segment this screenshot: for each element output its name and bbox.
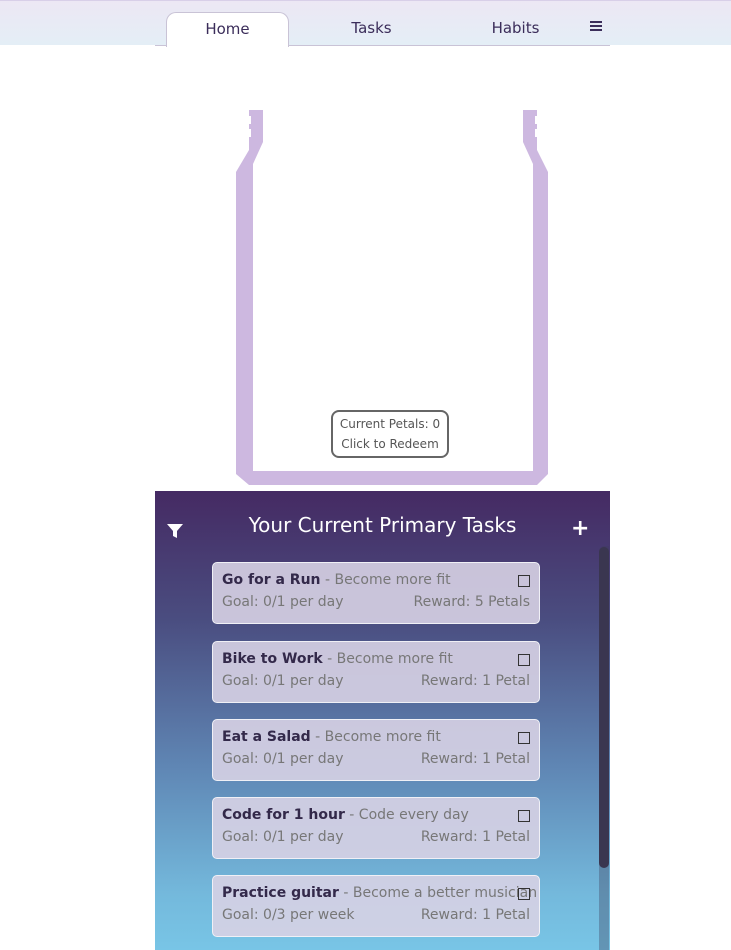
task-name: Code for 1 hour [222,807,345,823]
task-card[interactable]: Bike to Work - Become more fit Goal: 0/1… [212,641,540,703]
task-checkbox[interactable] [518,732,530,744]
task-checkbox[interactable] [518,888,530,900]
nav-bar: Home Tasks Habits [155,1,610,47]
task-goal: Goal: 0/1 per day [222,751,344,767]
current-petals-label: Current Petals: 0 [339,417,441,431]
redeem-button[interactable]: Current Petals: 0 Click to Redeem [331,410,449,458]
task-checkbox[interactable] [518,575,530,587]
scrollbar-thumb[interactable] [599,547,609,868]
hamburger-menu-icon[interactable] [588,19,606,35]
task-reward: Reward: 1 Petal [420,907,530,923]
top-bar: Home Tasks Habits [0,0,731,47]
task-reward: Reward: 1 Petal [420,751,530,767]
task-habit: - Code every day [344,807,469,823]
task-goal: Goal: 0/1 per day [222,829,344,845]
task-habit: - Become more fit [310,729,441,745]
task-goal: Goal: 0/1 per day [222,673,344,689]
task-card[interactable]: Code for 1 hour - Code every day Goal: 0… [212,797,540,859]
task-checkbox[interactable] [518,810,530,822]
task-reward: Reward: 1 Petal [420,673,530,689]
redeem-label: Click to Redeem [341,437,439,451]
task-card[interactable]: Eat a Salad - Become more fit Goal: 0/1 … [212,719,540,781]
tab-tasks[interactable]: Tasks [310,12,433,46]
task-name: Practice guitar [222,885,339,901]
task-name: Eat a Salad [222,729,311,745]
task-card[interactable]: Practice guitar - Become a better musici… [212,875,540,937]
task-habit: - Become more fit [322,651,453,667]
task-card[interactable]: Go for a Run - Become more fit Goal: 0/1… [212,562,540,624]
task-reward: Reward: 1 Petal [420,829,530,845]
tab-home[interactable]: Home [166,12,289,47]
task-checkbox[interactable] [518,654,530,666]
task-name: Go for a Run [222,572,321,588]
primary-tasks-panel: Your Current Primary Tasks + Go for a Ru… [155,491,610,950]
panel-title: Your Current Primary Tasks [248,513,517,537]
task-goal: Goal: 0/1 per day [222,594,344,610]
task-habit: - Become a better musician [338,885,538,901]
task-reward: Reward: 5 Petals [413,594,530,610]
task-name: Bike to Work [222,651,323,667]
tab-habits[interactable]: Habits [454,12,577,46]
plus-icon[interactable]: + [571,518,589,540]
task-goal: Goal: 0/3 per week [222,907,355,923]
task-habit: - Become more fit [320,572,451,588]
